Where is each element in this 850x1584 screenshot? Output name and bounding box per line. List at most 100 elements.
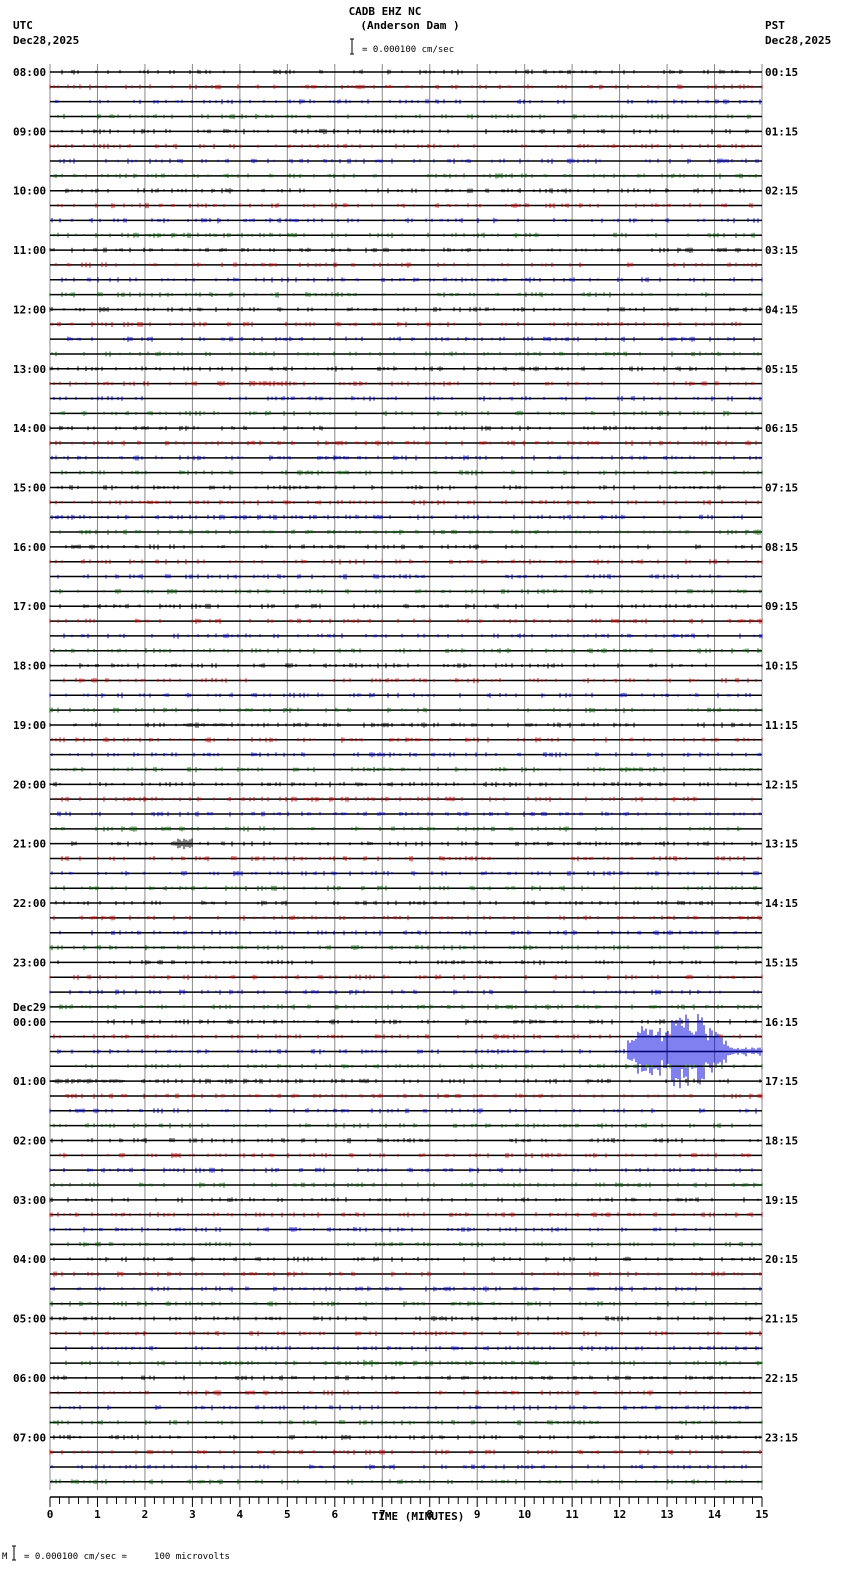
trace-95 bbox=[50, 1479, 763, 1485]
trace-83 bbox=[49, 1301, 762, 1307]
trace-0 bbox=[50, 69, 762, 75]
pst-label: 00:15 bbox=[765, 66, 798, 79]
pst-label: 03:15 bbox=[765, 244, 798, 257]
trace-27 bbox=[50, 470, 763, 476]
trace-78 bbox=[49, 1227, 763, 1233]
trace-37 bbox=[49, 618, 763, 624]
footer-scale-icon: M bbox=[2, 1545, 16, 1562]
trace-55 bbox=[49, 885, 763, 891]
pst-label: 15:15 bbox=[765, 956, 798, 969]
pst-label: 04:15 bbox=[765, 303, 798, 316]
trace-14 bbox=[50, 277, 763, 283]
x-tick-label: 13 bbox=[660, 1508, 673, 1521]
trace-8 bbox=[50, 188, 762, 194]
trace-90 bbox=[50, 1405, 762, 1411]
seismogram-plot: CADB EHZ NC (Anderson Dam ) UTC Dec28,20… bbox=[2, 5, 831, 1562]
station-title: CADB EHZ NC bbox=[349, 5, 422, 18]
left-timezone: UTC bbox=[13, 19, 33, 32]
trace-56 bbox=[50, 900, 762, 906]
trace-21 bbox=[49, 380, 762, 387]
trace-41 bbox=[50, 677, 762, 684]
utc-label: 23:00 bbox=[13, 956, 46, 969]
trace-7 bbox=[50, 173, 762, 179]
trace-84 bbox=[49, 1316, 763, 1322]
trace-82 bbox=[50, 1286, 762, 1292]
trace-81 bbox=[50, 1271, 762, 1277]
trace-49 bbox=[50, 796, 762, 802]
trace-31 bbox=[50, 529, 762, 535]
trace-12 bbox=[49, 247, 762, 253]
x-tick-label: 1 bbox=[94, 1508, 101, 1521]
trace-1 bbox=[49, 84, 763, 90]
x-tick-label: 10 bbox=[518, 1508, 531, 1521]
utc-label: 07:00 bbox=[13, 1431, 46, 1444]
utc-label: 04:00 bbox=[13, 1253, 46, 1266]
trace-25 bbox=[49, 440, 762, 446]
x-tick-label: 4 bbox=[237, 1508, 244, 1521]
trace-93 bbox=[49, 1449, 762, 1455]
trace-79 bbox=[50, 1241, 762, 1248]
trace-52 bbox=[50, 838, 762, 849]
trace-10 bbox=[50, 217, 762, 224]
trace-94 bbox=[50, 1464, 762, 1470]
pst-label: 06:15 bbox=[765, 422, 798, 435]
trace-76 bbox=[49, 1197, 762, 1203]
trace-39 bbox=[50, 648, 762, 654]
trace-62 bbox=[49, 989, 762, 995]
trace-70 bbox=[49, 1108, 762, 1114]
pst-label: 18:15 bbox=[765, 1134, 798, 1147]
minute-gridlines bbox=[49, 64, 763, 1490]
trace-54 bbox=[50, 870, 762, 877]
utc-label: 16:00 bbox=[13, 541, 46, 554]
trace-67 bbox=[50, 1063, 763, 1070]
trace-60 bbox=[50, 959, 762, 966]
trace-68 bbox=[49, 1078, 762, 1084]
utc-label: 05:00 bbox=[13, 1313, 46, 1326]
trace-17 bbox=[50, 321, 762, 328]
x-tick-label: 9 bbox=[474, 1508, 481, 1521]
trace-51 bbox=[50, 826, 762, 832]
utc-label: 10:00 bbox=[13, 185, 46, 198]
trace-4 bbox=[49, 128, 762, 135]
trace-3 bbox=[50, 114, 762, 120]
trace-92 bbox=[50, 1434, 762, 1441]
trace-53 bbox=[50, 856, 762, 862]
utc-label: 03:00 bbox=[13, 1194, 46, 1207]
trace-87 bbox=[50, 1359, 763, 1367]
trace-48 bbox=[49, 781, 762, 788]
trace-20 bbox=[49, 366, 762, 372]
trace-50 bbox=[50, 811, 762, 817]
day-change-label: Dec29 bbox=[13, 1001, 46, 1014]
trace-signal bbox=[49, 143, 759, 149]
x-tick-label: 2 bbox=[142, 1508, 149, 1521]
trace-30 bbox=[50, 514, 762, 520]
right-timezone: PST bbox=[765, 19, 785, 32]
trace-72 bbox=[50, 1138, 762, 1144]
trace-63 bbox=[49, 1004, 762, 1010]
pst-label: 20:15 bbox=[765, 1253, 798, 1266]
trace-61 bbox=[49, 974, 763, 980]
x-tick-label: 12 bbox=[613, 1508, 626, 1521]
pst-label: 11:15 bbox=[765, 719, 798, 732]
utc-label: 08:00 bbox=[13, 66, 46, 79]
trace-35 bbox=[50, 589, 762, 595]
trace-28 bbox=[50, 485, 762, 491]
trace-42 bbox=[49, 692, 762, 699]
x-axis-label: TIME (MINUTES) bbox=[372, 1510, 465, 1523]
trace-40 bbox=[49, 663, 763, 669]
trace-2 bbox=[50, 99, 762, 105]
trace-16 bbox=[49, 307, 763, 313]
trace-46 bbox=[50, 752, 762, 758]
trace-19 bbox=[50, 351, 762, 357]
trace-64 bbox=[50, 1019, 762, 1025]
trace-33 bbox=[49, 559, 763, 565]
utc-label: 01:00 bbox=[13, 1075, 46, 1088]
x-tick-label: 11 bbox=[566, 1508, 580, 1521]
x-tick-label: 5 bbox=[284, 1508, 291, 1521]
footer-scale-note: = 0.000100 cm/sec = 100 microvolts bbox=[24, 1552, 230, 1562]
pst-label: 05:15 bbox=[765, 363, 798, 376]
trace-13 bbox=[50, 262, 762, 268]
trace-44 bbox=[49, 722, 762, 728]
trace-75 bbox=[50, 1182, 763, 1188]
trace-80 bbox=[50, 1256, 762, 1262]
